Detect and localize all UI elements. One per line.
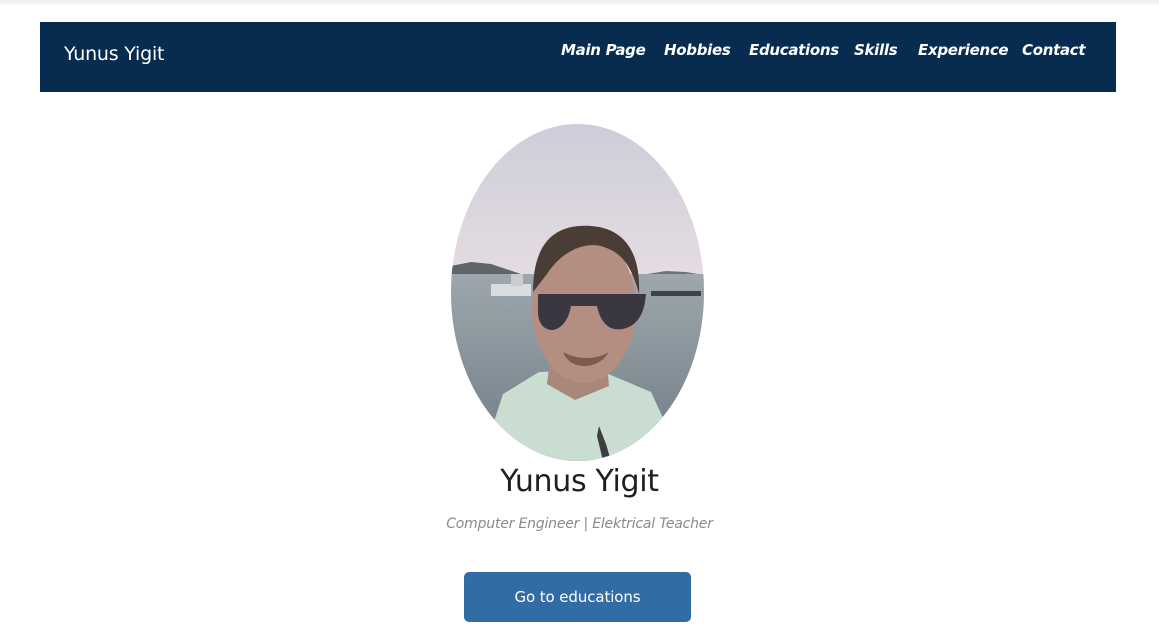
page-top-shadow <box>0 0 1159 6</box>
nav-link-contact[interactable]: Contact <box>1022 40 1086 60</box>
nav-link-skills[interactable]: Skills <box>854 40 898 60</box>
profile-name: Yunus Yigit <box>500 464 659 499</box>
nav-link-main-page[interactable]: Main Page <box>561 40 646 60</box>
brand-name[interactable]: Yunus Yigit <box>64 42 164 66</box>
nav-link-experience[interactable]: Experience <box>918 40 1009 60</box>
profile-subtitle: Computer Engineer | Elektrical Teacher <box>446 516 713 532</box>
nav-link-educations[interactable]: Educations <box>749 40 839 60</box>
profile-photo <box>451 124 704 461</box>
nav-link-hobbies[interactable]: Hobbies <box>664 40 731 60</box>
go-to-educations-button[interactable]: Go to educations <box>464 572 691 622</box>
profile-photo-image <box>451 124 704 461</box>
top-navbar: Yunus Yigit Main Page Hobbies Educations… <box>40 22 1116 92</box>
